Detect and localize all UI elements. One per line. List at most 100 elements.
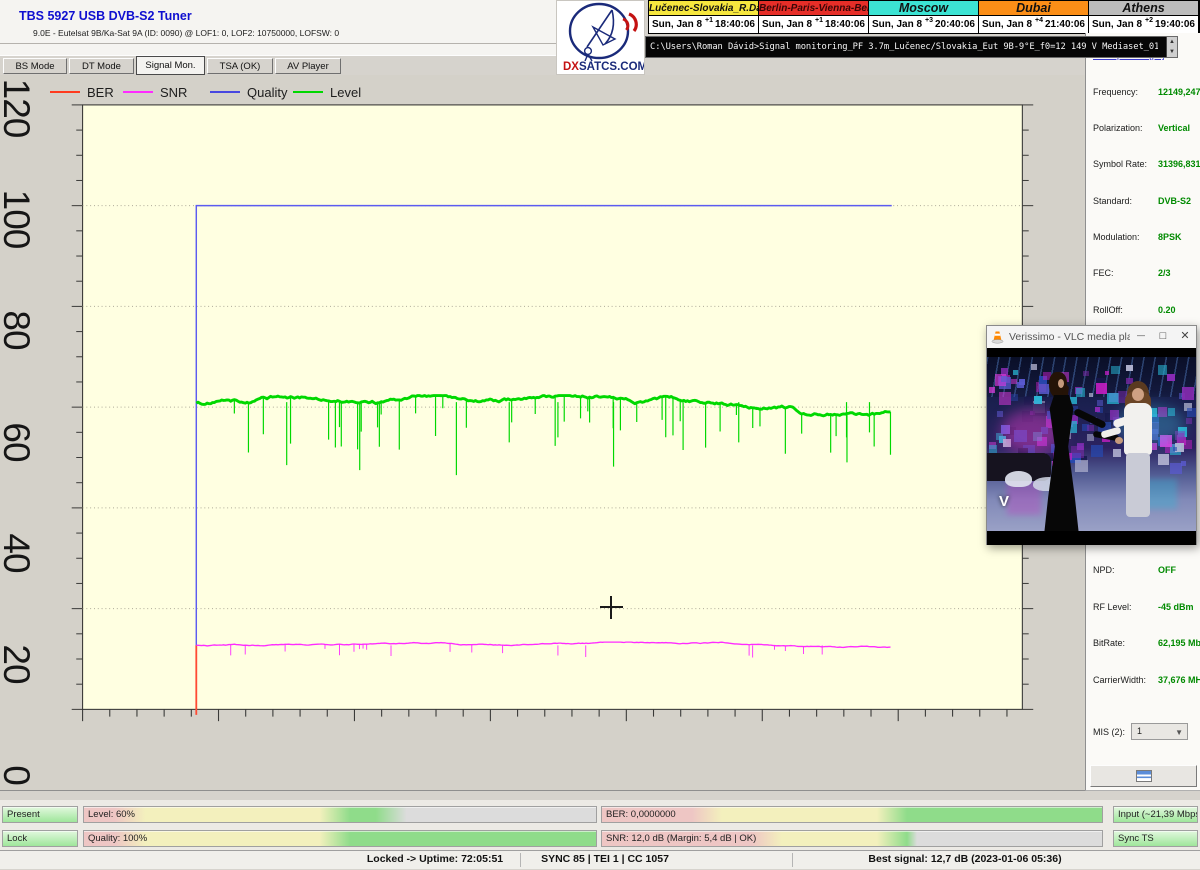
header-divider	[0, 43, 556, 44]
scroll-up-icon[interactable]: ▲	[1169, 39, 1175, 45]
chevron-down-icon: ▼	[1175, 725, 1183, 740]
legend-item-level: Level	[293, 84, 361, 100]
clock-city-label: Dubai	[979, 1, 1088, 16]
mosaic-tile	[1167, 374, 1175, 382]
mis-label: MIS (2):	[1093, 727, 1125, 737]
vlc-window[interactable]: Verissimo - VLC media player — □ ✕	[986, 325, 1197, 545]
mosaic-tile	[1187, 408, 1196, 418]
status-bar: Locked -> Uptime: 72:05:51 SYNC 85 | TEI…	[0, 850, 1200, 869]
legend-item-snr: SNR	[123, 84, 187, 100]
close-button[interactable]: ✕	[1174, 326, 1196, 348]
plot-area[interactable]	[0, 75, 1085, 800]
host-right-pants	[1126, 453, 1150, 517]
tab-dt-mode[interactable]: DT Mode	[69, 58, 134, 74]
sync-status: SYNC 85 | TEI 1 | CC 1057	[541, 853, 669, 865]
uptime-status: Locked -> Uptime: 72:05:51	[367, 853, 503, 865]
clock-time-row: Sun, Jan 8+219:40:06	[1089, 16, 1198, 33]
tp-label-standard: Standard:	[1093, 196, 1132, 206]
mosaic-tile	[1001, 376, 1007, 382]
satellite-dish-logo-icon: DXSATCS.COM	[557, 1, 644, 74]
mosaic-tile	[1158, 365, 1167, 374]
tp-label-symbol-rate: Symbol Rate:	[1093, 159, 1147, 169]
tv-studio-scene: V	[987, 357, 1196, 531]
mosaic-tile	[1113, 449, 1121, 457]
clock-time: 21:40:06	[1045, 19, 1085, 30]
maximize-button[interactable]: □	[1152, 326, 1174, 348]
mosaic-tile	[1089, 393, 1093, 397]
mosaic-tile	[999, 392, 1012, 405]
mosaic-tile	[1024, 396, 1033, 405]
vlc-video[interactable]: V	[987, 348, 1196, 545]
mosaic-tile	[1077, 443, 1084, 450]
legend-label: SNR	[160, 85, 187, 100]
command-prompt-window[interactable]: C:\Users\Roman Dávid>Signal monitoring_P…	[645, 36, 1178, 58]
minimize-button[interactable]: —	[1130, 326, 1152, 348]
clock-berlin-paris-vienna-belgrade: Berlin-Paris-Vienna-BelgradeSun, Jan 8+1…	[759, 1, 869, 33]
vlc-titlebar[interactable]: Verissimo - VLC media player — □ ✕	[987, 326, 1196, 348]
tp-value-bitrate: 62,195 Mbit/s	[1158, 638, 1200, 648]
channel-logo: V	[999, 493, 1009, 510]
meter-quality: Quality: 100%	[83, 830, 597, 847]
clock-city-label: Moscow	[869, 1, 978, 16]
mosaic-tile	[1126, 365, 1133, 372]
mosaic-tile	[1182, 387, 1194, 399]
mosaic-tile	[1013, 370, 1017, 374]
tp-value-polarization: Vertical	[1158, 123, 1190, 133]
mosaic-tile	[1184, 440, 1193, 449]
clock-city-label: Berlin-Paris-Vienna-Belgrade	[759, 1, 868, 16]
panel-toolbar-button[interactable]	[1090, 765, 1197, 787]
meter-input: Input (~21,39 Mbps)	[1113, 806, 1198, 823]
tab-bs-mode[interactable]: BS Mode	[3, 58, 67, 74]
tp-label-frequency: Frequency:	[1093, 87, 1138, 97]
clock-athens: AthensSun, Jan 8+219:40:06	[1089, 1, 1199, 33]
signal-chart[interactable]: BERSNRQualityLevel 120100806040200	[0, 75, 1085, 791]
tab-signal-mon[interactable]: Signal Mon.	[136, 56, 205, 75]
svg-text:DXSATCS.COM: DXSATCS.COM	[563, 61, 644, 73]
meter-sync: Sync TS	[1113, 830, 1198, 847]
mosaic-tile	[1087, 425, 1093, 431]
scroll-down-icon[interactable]: ▼	[1169, 49, 1175, 55]
tp-label-polarization: Polarization:	[1093, 123, 1143, 133]
meter-lock: Lock	[2, 830, 78, 847]
tp-value-carrierwidth: 37,676 MHz	[1158, 675, 1200, 685]
terminal-scrollbar[interactable]: ▲ ▼	[1166, 37, 1177, 57]
clock-time-row: Sun, Jan 8+320:40:06	[869, 16, 978, 33]
tp-value-symbol-rate: 31396,831 KS/s	[1158, 159, 1200, 169]
tab-tsa-ok[interactable]: TSA (OK)	[207, 58, 273, 74]
tab-av-player[interactable]: AV Player	[275, 58, 341, 74]
tp-label-rf-level: RF Level:	[1093, 602, 1132, 612]
header: TBS 5927 USB DVB-S2 Tuner 9.0E - Eutelsa…	[0, 0, 556, 55]
mosaic-tile	[989, 445, 997, 453]
mosaic-tile	[1158, 454, 1169, 465]
mosaic-tile	[1011, 394, 1019, 402]
tp-label-npd: NPD:	[1093, 565, 1115, 575]
clock-time: 18:40:06	[825, 19, 865, 30]
mis-dropdown[interactable]: 1 ▼	[1131, 723, 1188, 740]
mosaic-tile	[1076, 388, 1085, 397]
logo-text-satcs: SATCS.COM	[579, 61, 644, 73]
mosaic-tile	[1091, 445, 1104, 458]
meter-level: Level: 60%	[83, 806, 597, 823]
clock-utc-offset: +1	[815, 17, 823, 24]
mosaic-tile	[1111, 366, 1119, 374]
tp-value-frequency: 12149,247 MHz	[1158, 87, 1200, 97]
app-window: TBS 5927 USB DVB-S2 Tuner 9.0E - Eutelsa…	[0, 0, 1200, 870]
clock-utc-offset: +2	[1145, 17, 1153, 24]
clock-time-row: Sun, Jan 8+118:40:06	[759, 16, 868, 33]
tp-label-bitrate: BitRate:	[1093, 638, 1125, 648]
legend-line-swatch	[210, 91, 240, 93]
legend-label: BER	[87, 85, 114, 100]
clock-date: Sun, Jan 8	[762, 19, 812, 30]
vlc-window-title: Verissimo - VLC media player	[1009, 331, 1130, 343]
clock-time: 19:40:06	[1155, 19, 1195, 30]
tuner-subtitle: 9.0E - Eutelsat 9B/Ka-Sat 9A (ID: 0090) …	[33, 28, 339, 38]
clock-utc-offset: +3	[925, 17, 933, 24]
world-clocks: Lučenec-Slovakia_R.DávidSun, Jan 8+118:4…	[648, 0, 1200, 34]
mosaic-tile	[1031, 364, 1037, 370]
mosaic-tile	[989, 387, 995, 393]
tp-value-fec: 2/3	[1158, 268, 1171, 278]
clock-date: Sun, Jan 8	[1092, 19, 1142, 30]
mosaic-tile	[1097, 400, 1103, 406]
legend-label: Level	[330, 85, 361, 100]
meter-snr: SNR: 12,0 dB (Margin: 5,4 dB | OK)	[601, 830, 1103, 847]
